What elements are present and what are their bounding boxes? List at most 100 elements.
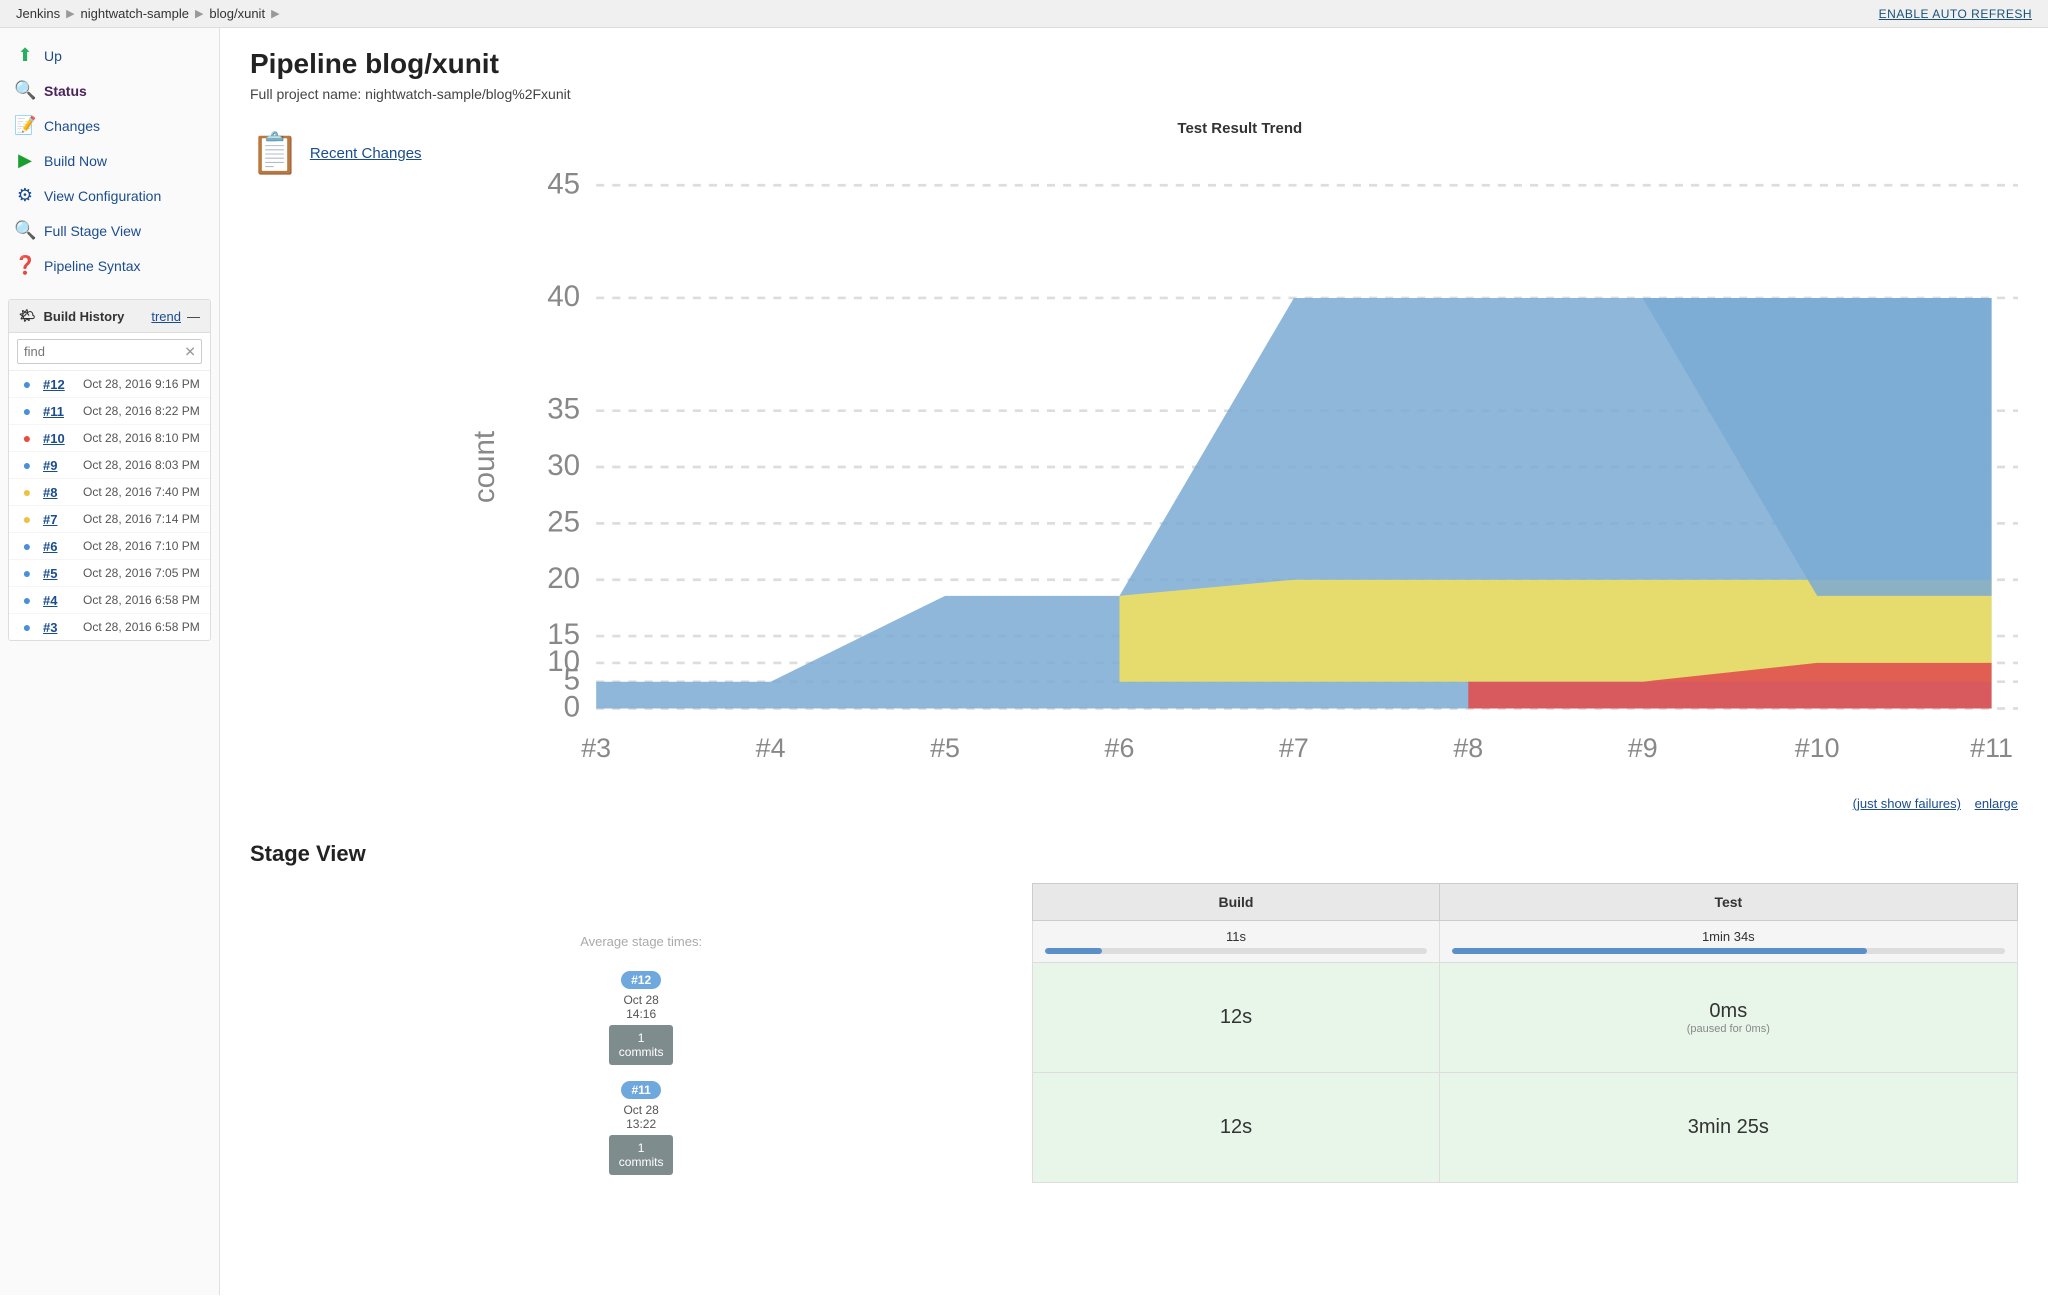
build-now-icon: ▶: [14, 150, 36, 171]
sidebar-item-up[interactable]: ⬆ Up: [0, 38, 219, 73]
build-history-section: 🌤 Build History trend — ✕ ● #12 Oct 28, …: [8, 299, 211, 641]
breadcrumb-bar: Jenkins ▶ nightwatch-sample ▶ blog/xunit…: [0, 0, 2048, 28]
build-date: Oct 28, 2016 7:10 PM: [83, 539, 200, 553]
sidebar-item-status-label: Status: [44, 83, 87, 99]
sidebar-item-view-configuration[interactable]: ⚙ View Configuration: [0, 178, 219, 213]
build-list-item: ● #8 Oct 28, 2016 7:40 PM: [9, 479, 210, 506]
status-icon: 🔍: [14, 80, 36, 101]
build-time-12: 14:16: [262, 1007, 1020, 1021]
build-row-12: #12 Oct 28 14:16 1commits 12s 0ms (pause…: [250, 963, 2018, 1073]
build-date: Oct 28, 2016 8:10 PM: [83, 431, 200, 445]
build-date: Oct 28, 2016 7:40 PM: [83, 485, 200, 499]
chart-container: Test Result Trend 45 40 35 30: [462, 120, 2018, 811]
svg-text:#11: #11: [1970, 733, 2013, 763]
avg-test-progress-bar: [1452, 948, 1867, 954]
build-row-11: #11 Oct 28 13:22 1commits 12s 3min 25s: [250, 1073, 2018, 1183]
build-list-item: ● #12 Oct 28, 2016 9:16 PM: [9, 371, 210, 398]
build-status-icon: ●: [19, 484, 35, 500]
build-status-icon: ●: [19, 403, 35, 419]
build-history-header: 🌤 Build History trend —: [9, 300, 210, 333]
sidebar-item-full-stage-view[interactable]: 🔍 Full Stage View: [0, 213, 219, 248]
view-configuration-icon: ⚙: [14, 185, 36, 206]
svg-text:#4: #4: [755, 733, 785, 763]
sidebar-item-build-now[interactable]: ▶ Build Now: [0, 143, 219, 178]
build-link[interactable]: #10: [43, 431, 75, 446]
build-date: Oct 28, 2016 9:16 PM: [83, 377, 200, 391]
svg-text:#10: #10: [1794, 733, 1839, 763]
build-time-11: 13:22: [262, 1117, 1020, 1131]
svg-text:#6: #6: [1104, 733, 1134, 763]
svg-text:#3: #3: [581, 733, 611, 763]
build-badge-12[interactable]: #12: [621, 971, 661, 989]
build-link[interactable]: #11: [43, 404, 75, 419]
avg-build-val: 11s: [1045, 929, 1426, 944]
stage-view: Stage View Build Test Average stage time…: [250, 841, 2018, 1183]
main-top: 📋 Recent Changes Test Result Trend 45 40: [250, 120, 2018, 811]
build-list-item: ● #10 Oct 28, 2016 8:10 PM: [9, 425, 210, 452]
sidebar-item-status[interactable]: 🔍 Status: [0, 73, 219, 108]
stage-header-empty: [250, 884, 1033, 921]
auto-refresh-link[interactable]: ENABLE AUTO REFRESH: [1879, 7, 2032, 21]
build-link[interactable]: #3: [43, 620, 75, 635]
build-status-icon: ●: [19, 538, 35, 554]
commits-badge-11[interactable]: 1commits: [609, 1135, 674, 1175]
recent-changes-box: 📋 Recent Changes: [250, 120, 422, 177]
avg-test-cell: 1min 34s: [1439, 921, 2017, 963]
build-link[interactable]: #9: [43, 458, 75, 473]
build-list-item: ● #5 Oct 28, 2016 7:05 PM: [9, 560, 210, 587]
build-history-links: trend —: [151, 309, 200, 324]
avg-build-progress-wrap: [1045, 948, 1426, 954]
sidebar: ⬆ Up 🔍 Status 📝 Changes ▶ Build: [0, 28, 220, 1295]
breadcrumb-blog-xunit[interactable]: blog/xunit: [209, 6, 265, 21]
build-status-icon: ●: [19, 457, 35, 473]
build-link[interactable]: #8: [43, 485, 75, 500]
just-show-failures-link[interactable]: (just show failures): [1853, 796, 1961, 811]
breadcrumb-jenkins[interactable]: Jenkins: [16, 6, 60, 21]
build-date: Oct 28, 2016 8:03 PM: [83, 458, 200, 472]
build-link[interactable]: #6: [43, 539, 75, 554]
breadcrumb: Jenkins ▶ nightwatch-sample ▶ blog/xunit…: [16, 6, 280, 21]
stage-col-build: Build: [1033, 884, 1439, 921]
svg-text:20: 20: [547, 562, 580, 595]
sidebar-nav: ⬆ Up 🔍 Status 📝 Changes ▶ Build: [0, 38, 219, 283]
breadcrumb-nightwatch[interactable]: nightwatch-sample: [81, 6, 189, 21]
sidebar-item-pipeline-syntax[interactable]: ❓ Pipeline Syntax: [0, 248, 219, 283]
build-link[interactable]: #7: [43, 512, 75, 527]
sidebar-item-up-label: Up: [44, 48, 62, 64]
build-search-clear[interactable]: ✕: [184, 343, 196, 360]
svg-text:#8: #8: [1453, 733, 1483, 763]
page-title: Pipeline blog/xunit: [250, 48, 2018, 80]
recent-changes-icon: 📋: [250, 130, 300, 177]
build-list-item: ● #7 Oct 28, 2016 7:14 PM: [9, 506, 210, 533]
build-list-item: ● #9 Oct 28, 2016 8:03 PM: [9, 452, 210, 479]
build-badge-11[interactable]: #11: [621, 1081, 660, 1099]
build-date: Oct 28, 2016 6:58 PM: [83, 593, 200, 607]
stage-col-test: Test: [1439, 884, 2017, 921]
stage-table: Build Test Average stage times: 11s: [250, 883, 2018, 1183]
recent-changes-link[interactable]: Recent Changes: [310, 145, 422, 162]
sidebar-item-changes[interactable]: 📝 Changes: [0, 108, 219, 143]
test-time-cell-11: 3min 25s: [1439, 1073, 2017, 1183]
build-link[interactable]: #12: [43, 377, 75, 392]
build-status-icon: ●: [19, 430, 35, 446]
avg-build-cell: 11s: [1033, 921, 1439, 963]
build-time-cell-12: 12s: [1033, 963, 1439, 1073]
build-link[interactable]: #4: [43, 593, 75, 608]
project-name: Full project name: nightwatch-sample/blo…: [250, 86, 2018, 102]
up-icon: ⬆: [14, 45, 36, 66]
build-link[interactable]: #5: [43, 566, 75, 581]
avg-test-progress-wrap: [1452, 948, 2005, 954]
build-list-item: ● #6 Oct 28, 2016 7:10 PM: [9, 533, 210, 560]
commits-badge-12[interactable]: 1commits: [609, 1025, 674, 1065]
chart-title: Test Result Trend: [462, 120, 2018, 137]
enlarge-link[interactable]: enlarge: [1975, 796, 2018, 811]
trend-link[interactable]: trend: [151, 309, 181, 324]
svg-text:#9: #9: [1627, 733, 1657, 763]
svg-text:25: 25: [547, 505, 580, 538]
build-search-input[interactable]: [17, 339, 202, 364]
build-history-title: 🌤 Build History: [19, 308, 124, 324]
build-list-item: ● #3 Oct 28, 2016 6:58 PM: [9, 614, 210, 640]
build-status-icon: ●: [19, 511, 35, 527]
build-label-12: #12 Oct 28 14:16 1commits: [250, 963, 1033, 1073]
svg-text:0: 0: [563, 691, 579, 724]
